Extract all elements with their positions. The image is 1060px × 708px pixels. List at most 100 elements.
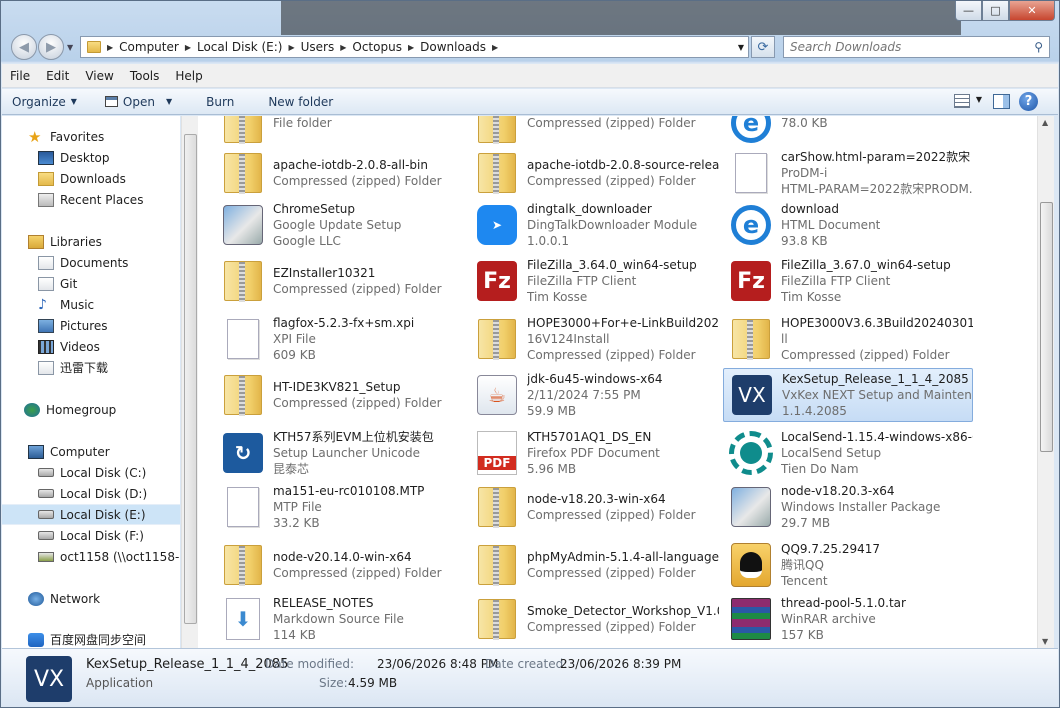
- breadcrumb-octopus[interactable]: Octopus: [348, 40, 406, 54]
- file-tile[interactable]: apache-iotdb-2.0.8-all-bin Compressed (zi…: [215, 146, 465, 200]
- back-button[interactable]: ◀: [11, 34, 37, 60]
- refresh-button[interactable]: ⟳: [751, 36, 775, 58]
- favorites-collapse-icon[interactable]: [10, 131, 16, 137]
- address-dropdown-icon[interactable]: ▼: [738, 43, 744, 52]
- network-collapse-icon[interactable]: [10, 593, 16, 599]
- menu-view[interactable]: View: [77, 69, 121, 83]
- file-tile[interactable]: ⬇ RELEASE_NOTES Markdown Source File 114 KB: [215, 592, 465, 646]
- file-list-scrollbar[interactable]: ▲ ▼: [1037, 116, 1054, 648]
- nav-item-[interactable]: 百度网盘同步空间: [2, 629, 180, 648]
- file-name: EZInstaller10321: [273, 266, 376, 280]
- file-tile[interactable]: node-v20.14.0-win-x64 Compressed (zipped)…: [215, 538, 465, 592]
- file-tile[interactable]: thread-pool-5.1.0.tar WinRAR archive 157 K…: [723, 592, 973, 646]
- file-name: FileZilla_3.67.0_win64-setup: [781, 258, 951, 272]
- computer-collapse-icon[interactable]: [10, 446, 16, 452]
- file-tile[interactable]: HOPE3000V3.6.3Build20240301Insta ll Compre…: [723, 312, 973, 366]
- menu-help[interactable]: Help: [167, 69, 210, 83]
- nav-item-favorites[interactable]: ★ Favorites: [2, 126, 180, 147]
- nav-item-local-disk-e[interactable]: Local Disk (E:): [2, 504, 180, 525]
- nav-item-downloads[interactable]: Downloads: [2, 168, 180, 189]
- nav-item-oct1158-oct1158-ubu[interactable]: oct1158 (\\oct1158-ubu: [2, 546, 180, 567]
- address-bar[interactable]: ▶ Computer ▶ Local Disk (E:) ▶ Users ▶ Octo…: [80, 36, 749, 58]
- search-icon[interactable]: ⚲: [1034, 40, 1043, 54]
- file-tile[interactable]: ➤ dingtalk_downloader DingTalkDownloader M…: [469, 198, 719, 252]
- file-tile[interactable]: Smoke_Detector_Workshop_V1.0.1 Compressed…: [469, 592, 719, 646]
- libraries-collapse-icon[interactable]: [10, 236, 16, 242]
- search-input[interactable]: [790, 40, 1010, 54]
- nav-item-music[interactable]: ♪ Music: [2, 294, 180, 315]
- nav-item-local-disk-c[interactable]: Local Disk (C:): [2, 462, 180, 483]
- search-box[interactable]: ⚲: [783, 36, 1050, 58]
- new-folder-button[interactable]: New folder: [258, 95, 343, 109]
- file-tile[interactable]: apache-iotdb-2.0.8-source-release Compres…: [469, 146, 719, 200]
- menu-edit[interactable]: Edit: [38, 69, 77, 83]
- file-tile[interactable]: QQ9.7.25.29417 腾讯QQ Tencent: [723, 538, 973, 592]
- file-tile[interactable]: Fz FileZilla_3.67.0_win64-setup FileZilla …: [723, 254, 973, 308]
- file-tile[interactable]: VX KexSetup_Release_1_1_4_2085 VxKex NEXT …: [723, 368, 973, 422]
- file-meta-2: 93.8 KB: [781, 234, 828, 248]
- file-tile[interactable]: node-v18.20.3-x64 Windows Installer Packa…: [723, 480, 973, 534]
- scroll-down-icon[interactable]: ▼: [1042, 637, 1048, 646]
- file-tile[interactable]: e 78.0 KB: [723, 116, 973, 150]
- menu-file[interactable]: File: [2, 69, 38, 83]
- nav-item-computer[interactable]: Computer: [2, 441, 180, 462]
- menu-tools[interactable]: Tools: [122, 69, 168, 83]
- file-tile[interactable]: EZInstaller10321 Compressed (zipped) Fold…: [215, 254, 465, 308]
- file-list-scroll-thumb[interactable]: [1040, 202, 1053, 452]
- file-meta-2: 157 KB: [781, 628, 824, 642]
- file-tile[interactable]: ma151-eu-rc010108.MTP MTP File 33.2 KB: [215, 480, 465, 534]
- nav-item-git[interactable]: Git: [2, 273, 180, 294]
- nav-item-homegroup[interactable]: Homegroup: [2, 399, 180, 420]
- view-dropdown-icon[interactable]: ▼: [976, 95, 982, 104]
- file-tile[interactable]: node-v18.20.3-win-x64 Compressed (zipped)…: [469, 480, 719, 534]
- burn-button[interactable]: Burn: [196, 95, 244, 109]
- zip-folder-icon: [478, 599, 516, 640]
- nav-item-desktop[interactable]: Desktop: [2, 147, 180, 168]
- file-tile[interactable]: phpMyAdmin-5.1.4-all-languages Compressed…: [469, 538, 719, 592]
- file-tile[interactable]: File folder: [215, 116, 465, 150]
- file-tile[interactable]: ↻ KTH57系列EVM上位机安装包 Setup Launcher Unicode 昆…: [215, 426, 465, 480]
- breadcrumb-users[interactable]: Users: [297, 40, 339, 54]
- breadcrumb-downloads[interactable]: Downloads: [416, 40, 490, 54]
- file-tile[interactable]: ☕ jdk-6u45-windows-x64 2/11/2024 7:55 PM 59…: [469, 368, 719, 422]
- recent-pages-dropdown[interactable]: ▼: [67, 43, 73, 52]
- nav-scrollbar[interactable]: [181, 116, 198, 648]
- nav-item-network[interactable]: Network: [2, 588, 180, 609]
- file-tile[interactable]: HOPE3000+For+e-LinkBuild202310 16V124Inst…: [469, 312, 719, 366]
- file-tile[interactable]: e download HTML Document 93.8 KB: [723, 198, 973, 252]
- preview-pane-icon[interactable]: [993, 94, 1010, 109]
- nav-item-libraries[interactable]: Libraries: [2, 231, 180, 252]
- file-tile[interactable]: flagfox-5.2.3-fx+sm.xpi XPI File 609 KB: [215, 312, 465, 366]
- breadcrumb-computer[interactable]: Computer: [115, 40, 183, 54]
- close-button[interactable]: ✕: [1009, 1, 1055, 21]
- nav-item-local-disk-d[interactable]: Local Disk (D:): [2, 483, 180, 504]
- minimize-button[interactable]: —: [955, 1, 982, 21]
- nav-item-label: Videos: [60, 339, 100, 354]
- nav-item-videos[interactable]: Videos: [2, 336, 180, 357]
- nav-item-pictures[interactable]: Pictures: [2, 315, 180, 336]
- nav-item-[interactable]: 迅雷下载: [2, 357, 180, 378]
- file-icon: VX: [728, 371, 776, 419]
- homegroup-collapse-icon[interactable]: [10, 404, 16, 410]
- help-icon[interactable]: ?: [1019, 92, 1038, 111]
- file-tile[interactable]: HT-IDE3KV821_Setup Compressed (zipped) Fo…: [215, 368, 465, 422]
- nav-item-documents[interactable]: Documents: [2, 252, 180, 273]
- nav-scroll-thumb[interactable]: [184, 134, 197, 624]
- file-tile[interactable]: Fz FileZilla_3.64.0_win64-setup FileZilla …: [469, 254, 719, 308]
- filezilla-icon: Fz: [731, 261, 771, 301]
- file-tile[interactable]: PDF KTH5701AQ1_DS_EN Firefox PDF Document 5…: [469, 426, 719, 480]
- nav-item-local-disk-f[interactable]: Local Disk (F:): [2, 525, 180, 546]
- maximize-button[interactable]: □: [982, 1, 1009, 21]
- scroll-up-icon[interactable]: ▲: [1042, 118, 1048, 127]
- file-name: KTH5701AQ1_DS_EN: [527, 430, 652, 444]
- file-tile[interactable]: Compressed (zipped) Folder: [469, 116, 719, 150]
- forward-button[interactable]: ▶: [38, 34, 64, 60]
- change-view-icon[interactable]: [954, 94, 970, 108]
- file-tile[interactable]: LocalSend-1.15.4-windows-x86-64 LocalSend…: [723, 426, 973, 480]
- open-button[interactable]: Open ▼: [95, 95, 182, 109]
- organize-button[interactable]: Organize ▼: [2, 95, 87, 109]
- file-tile[interactable]: ChromeSetup Google Update Setup Google LLC: [215, 198, 465, 252]
- breadcrumb-local-disk-e[interactable]: Local Disk (E:): [193, 40, 287, 54]
- file-tile[interactable]: carShow.html-param=2022款宋 ProDM-i HTML-PAR…: [723, 146, 973, 200]
- nav-item-recent-places[interactable]: Recent Places: [2, 189, 180, 210]
